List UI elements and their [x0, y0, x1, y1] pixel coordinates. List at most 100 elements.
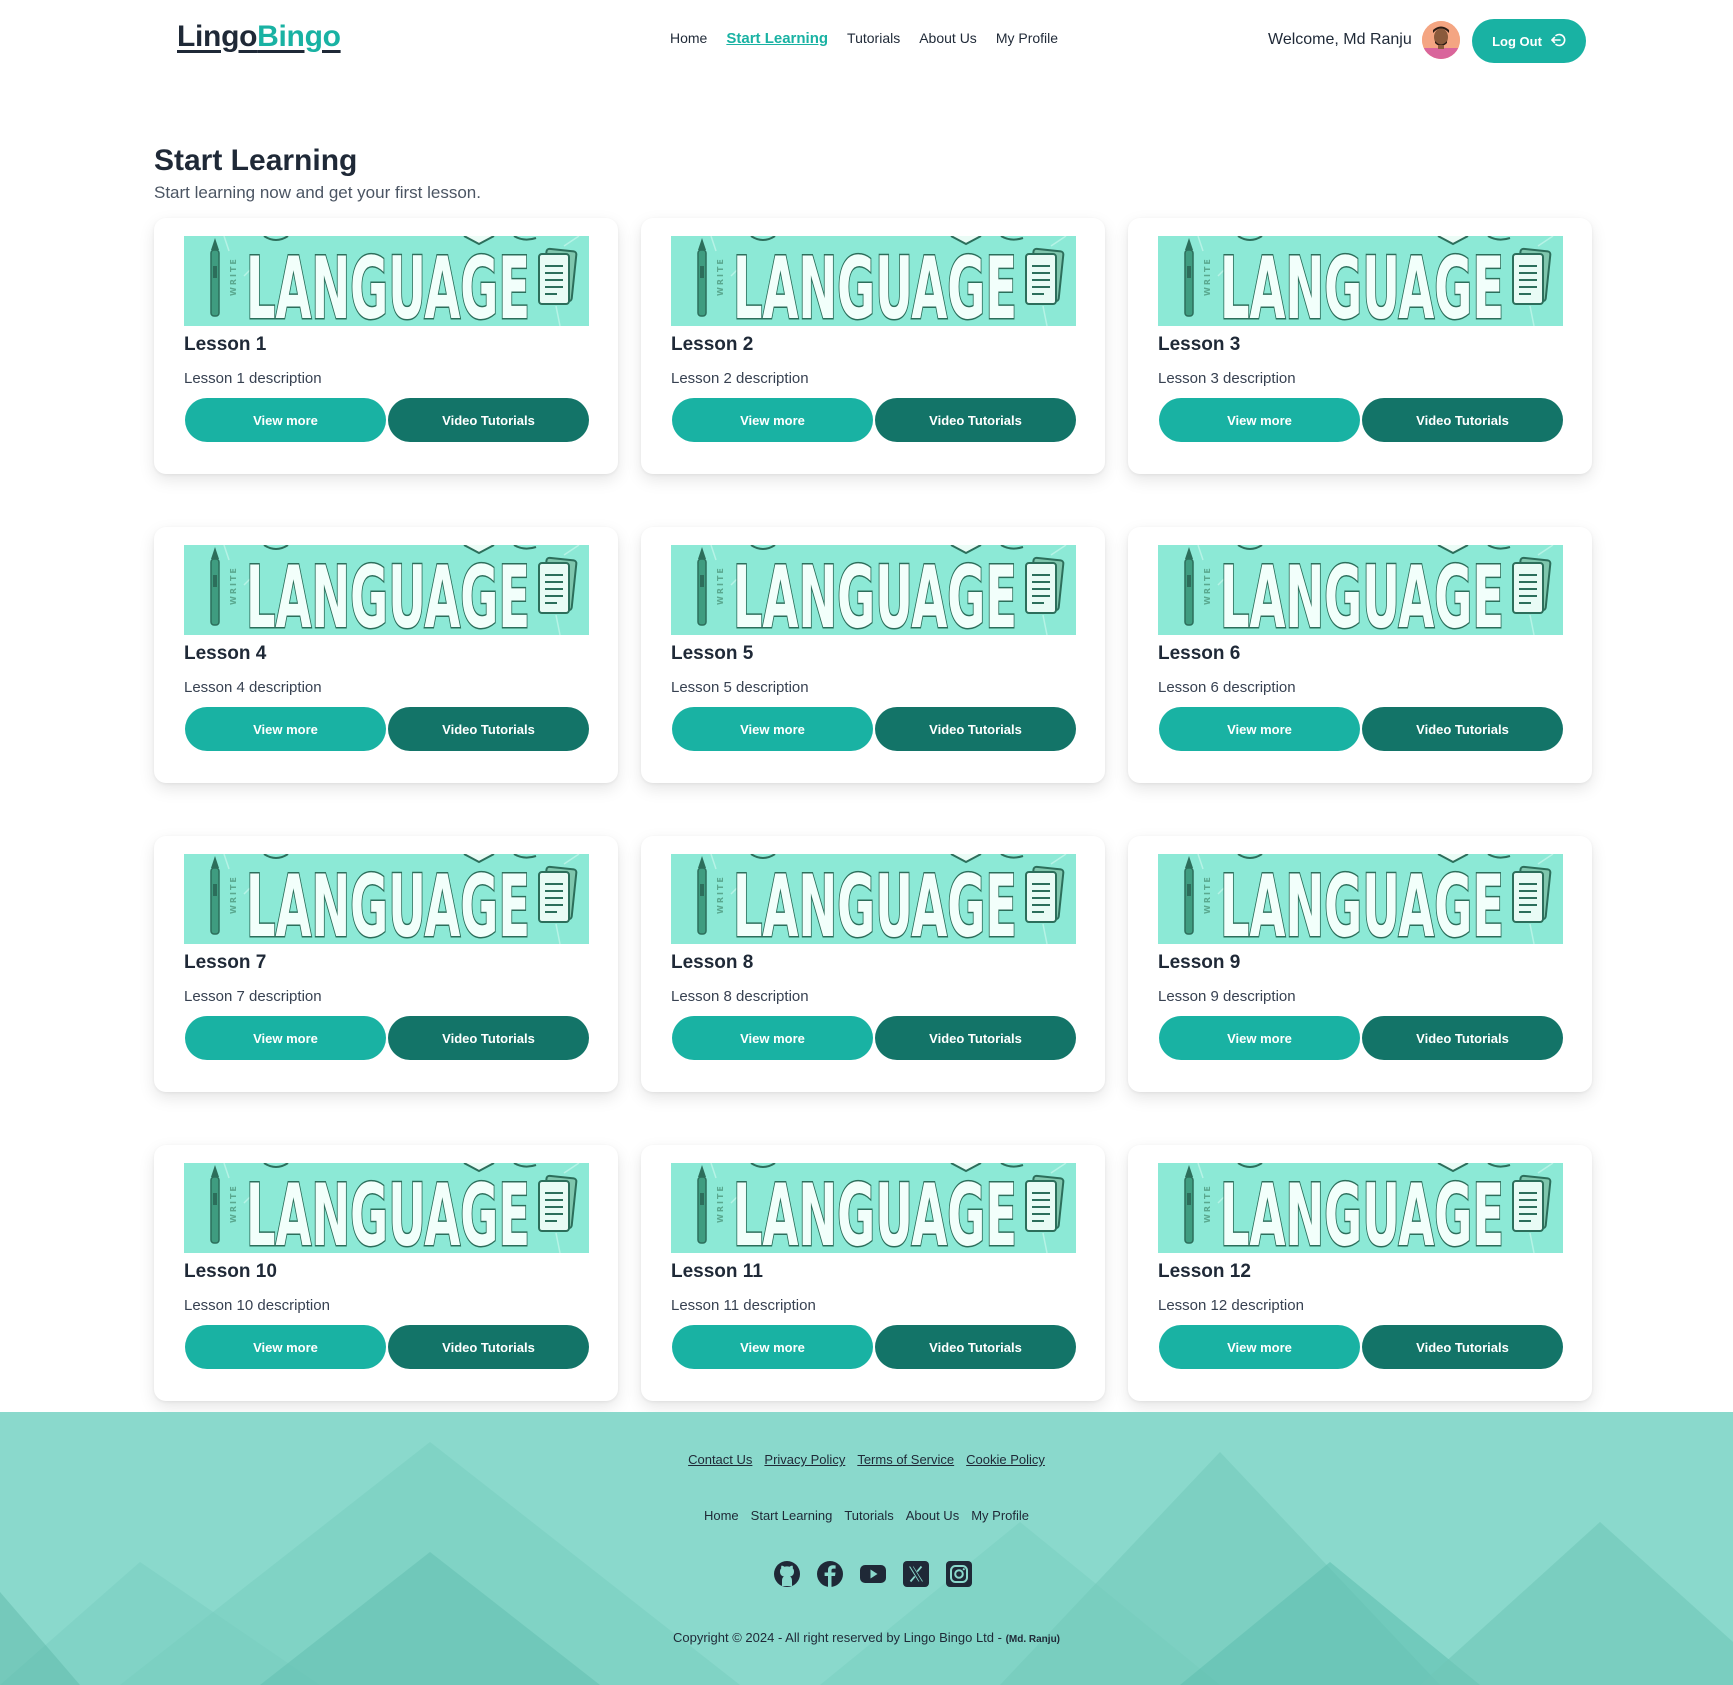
- banner-side-text: WRITE: [229, 1184, 238, 1223]
- lesson-title: Lesson 2: [671, 334, 754, 355]
- view-more-button[interactable]: View more: [1159, 1325, 1360, 1369]
- view-more-button[interactable]: View more: [185, 1325, 386, 1369]
- logo-text-bingo: Bingo: [257, 20, 341, 53]
- lesson-title: Lesson 1: [184, 334, 267, 355]
- youtube-icon[interactable]: [859, 1560, 887, 1588]
- lesson-description: Lesson 6 description: [1158, 679, 1296, 696]
- page-subtitle: Start learning now and get your first le…: [154, 183, 481, 202]
- video-tutorials-button[interactable]: Video Tutorials: [875, 1325, 1076, 1369]
- lesson-title: Lesson 12: [1158, 1261, 1251, 1282]
- logout-button[interactable]: Log Out: [1472, 19, 1586, 63]
- lesson-title: Lesson 4: [184, 643, 267, 664]
- logout-icon: [1550, 32, 1566, 51]
- view-more-button[interactable]: View more: [185, 1016, 386, 1060]
- nav-link-start-learning[interactable]: Start Learning: [726, 30, 828, 47]
- footer-nav-home[interactable]: Home: [704, 1508, 739, 1523]
- lesson-title: Lesson 10: [184, 1261, 277, 1282]
- video-tutorials-button[interactable]: Video Tutorials: [1362, 707, 1563, 751]
- view-more-button[interactable]: View more: [672, 707, 873, 751]
- page-title: Start Learning: [154, 144, 358, 177]
- lesson-description: Lesson 4 description: [184, 679, 322, 696]
- video-tutorials-button[interactable]: Video Tutorials: [388, 398, 589, 442]
- lesson-banner-image: WRITE LANGUAGE: [671, 1163, 1076, 1253]
- lesson-grid: WRITE LANGUAGE Lesson 1 Lesson 1 descriptio…: [154, 218, 1594, 1401]
- logout-label: Log Out: [1492, 33, 1542, 49]
- lesson-card: WRITE LANGUAGE Lesson 8 Lesson 8 descriptio…: [641, 836, 1105, 1092]
- lesson-description: Lesson 2 description: [671, 370, 809, 387]
- lesson-title: Lesson 6: [1158, 643, 1241, 664]
- video-tutorials-button[interactable]: Video Tutorials: [388, 1325, 589, 1369]
- lesson-description: Lesson 11 description: [671, 1297, 816, 1314]
- view-more-button[interactable]: View more: [1159, 1016, 1360, 1060]
- lesson-card: WRITE LANGUAGE Lesson 6 Lesson 6 descriptio…: [1128, 527, 1592, 783]
- instagram-icon[interactable]: [945, 1560, 973, 1588]
- footer-nav-start-learning[interactable]: Start Learning: [751, 1508, 833, 1523]
- view-more-button[interactable]: View more: [185, 398, 386, 442]
- copyright-author: (Md. Ranju): [1005, 1634, 1061, 1645]
- footer-nav-tutorials[interactable]: Tutorials: [844, 1508, 893, 1523]
- video-tutorials-button[interactable]: Video Tutorials: [1362, 1016, 1563, 1060]
- nav-link-home[interactable]: Home: [670, 30, 707, 47]
- nav-link-my-profile[interactable]: My Profile: [996, 30, 1058, 47]
- video-tutorials-button[interactable]: Video Tutorials: [875, 707, 1076, 751]
- nav-link-about-us[interactable]: About Us: [919, 30, 977, 47]
- site-footer: Contact Us Privacy Policy Terms of Service…: [0, 1412, 1733, 1685]
- view-more-button[interactable]: View more: [1159, 707, 1360, 751]
- footer-link-cookie-policy[interactable]: Cookie Policy: [966, 1452, 1045, 1467]
- video-tutorials-button[interactable]: Video Tutorials: [875, 1016, 1076, 1060]
- video-tutorials-button[interactable]: Video Tutorials: [388, 1016, 589, 1060]
- lesson-description: Lesson 1 description: [184, 370, 322, 387]
- nav-link-tutorials[interactable]: Tutorials: [847, 30, 900, 47]
- footer-nav-my-profile[interactable]: My Profile: [971, 1508, 1029, 1523]
- avatar[interactable]: [1422, 21, 1460, 59]
- video-tutorials-button[interactable]: Video Tutorials: [1362, 1325, 1563, 1369]
- lesson-card: WRITE LANGUAGE Lesson 3 Lesson 3 descriptio…: [1128, 218, 1592, 474]
- lesson-card: WRITE LANGUAGE Lesson 10 Lesson 10 descript…: [154, 1145, 618, 1401]
- video-tutorials-button[interactable]: Video Tutorials: [1362, 398, 1563, 442]
- view-more-button[interactable]: View more: [672, 1325, 873, 1369]
- lesson-description: Lesson 8 description: [671, 988, 809, 1005]
- lesson-description: Lesson 5 description: [671, 679, 809, 696]
- lesson-description: Lesson 7 description: [184, 988, 322, 1005]
- banner-title-text: LANGUAGE: [246, 548, 530, 635]
- copyright: Copyright © 2024 - All right reserved by…: [0, 1630, 1733, 1645]
- lesson-title: Lesson 3: [1158, 334, 1241, 355]
- facebook-icon[interactable]: [816, 1560, 844, 1588]
- lesson-card: WRITE LANGUAGE Lesson 12 Lesson 12 descript…: [1128, 1145, 1592, 1401]
- footer-link-terms-of-service[interactable]: Terms of Service: [857, 1452, 954, 1467]
- video-tutorials-button[interactable]: Video Tutorials: [875, 398, 1076, 442]
- footer-policy-links: Contact Us Privacy Policy Terms of Service…: [0, 1452, 1733, 1467]
- video-tutorials-button[interactable]: Video Tutorials: [388, 707, 589, 751]
- lesson-card: WRITE LANGUAGE Lesson 9 Lesson 9 descriptio…: [1128, 836, 1592, 1092]
- lesson-banner-image: WRITE LANGUAGE: [1158, 236, 1563, 326]
- social-links: [773, 1560, 973, 1588]
- welcome-text: Welcome, Md Ranju: [1268, 31, 1412, 48]
- lesson-description: Lesson 3 description: [1158, 370, 1296, 387]
- view-more-button[interactable]: View more: [672, 1016, 873, 1060]
- footer-nav: Home Start Learning Tutorials About Us My Pr…: [0, 1508, 1733, 1523]
- lesson-title: Lesson 7: [184, 952, 267, 973]
- lesson-card: WRITE LANGUAGE Lesson 4 Lesson 4 descriptio…: [154, 527, 618, 783]
- banner-side-text: WRITE: [716, 566, 725, 605]
- banner-title-text: LANGUAGE: [1220, 548, 1504, 635]
- footer-nav-about-us[interactable]: About Us: [906, 1508, 959, 1523]
- banner-side-text: WRITE: [716, 875, 725, 914]
- footer-link-contact-us[interactable]: Contact Us: [688, 1452, 752, 1467]
- view-more-button[interactable]: View more: [1159, 398, 1360, 442]
- site-logo[interactable]: LingoBingo: [177, 20, 341, 54]
- banner-title-text: LANGUAGE: [733, 548, 1017, 635]
- banner-side-text: WRITE: [1203, 257, 1212, 296]
- banner-side-text: WRITE: [229, 257, 238, 296]
- view-more-button[interactable]: View more: [185, 707, 386, 751]
- view-more-button[interactable]: View more: [672, 398, 873, 442]
- footer-link-privacy-policy[interactable]: Privacy Policy: [764, 1452, 845, 1467]
- lesson-description: Lesson 9 description: [1158, 988, 1296, 1005]
- logo-text-lingo: Lingo: [177, 20, 258, 53]
- github-icon[interactable]: [773, 1560, 801, 1588]
- banner-side-text: WRITE: [716, 257, 725, 296]
- x-icon[interactable]: [902, 1560, 930, 1588]
- lesson-banner-image: WRITE LANGUAGE: [671, 545, 1076, 635]
- banner-side-text: WRITE: [716, 1184, 725, 1223]
- lesson-card: WRITE LANGUAGE Lesson 2 Lesson 2 descriptio…: [641, 218, 1105, 474]
- lesson-card: WRITE LANGUAGE Lesson 11 Lesson 11 descript…: [641, 1145, 1105, 1401]
